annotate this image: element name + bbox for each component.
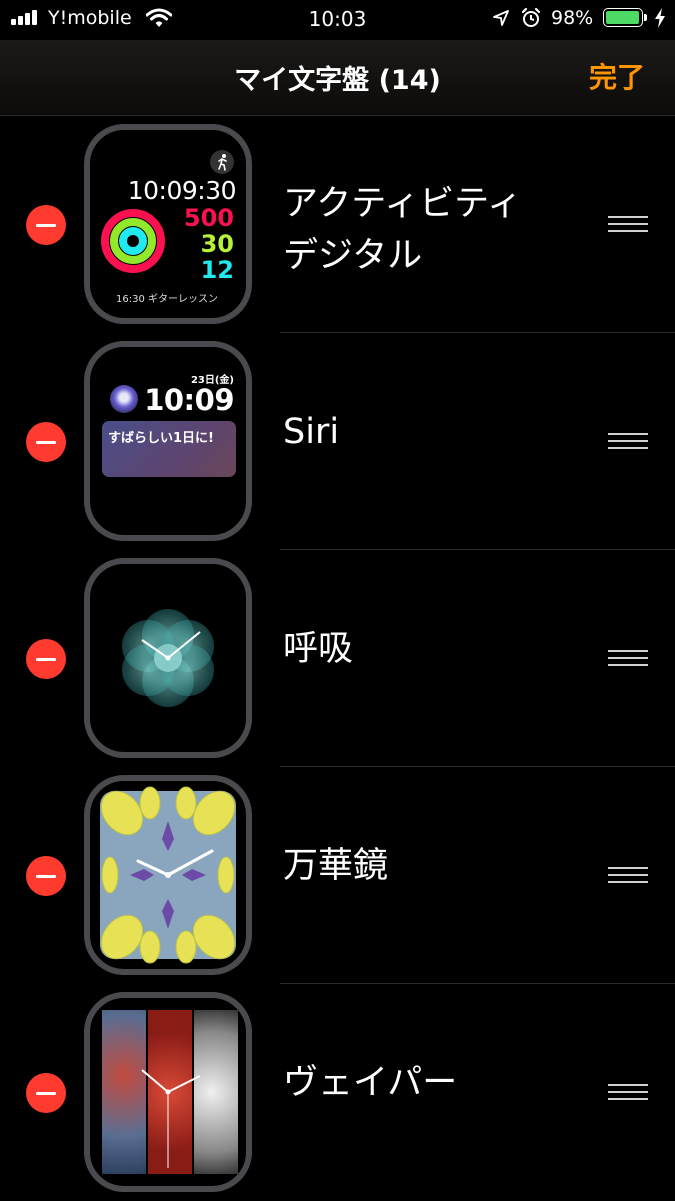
exercise-value: 30 [200,230,234,258]
reorder-handle[interactable] [608,433,648,449]
watch-face-thumbnail [84,558,252,758]
face-row-kaleidoscope[interactable]: 万華鏡 [0,767,675,984]
minus-icon [36,440,56,444]
page-title: マイ文字盤 (14) [234,65,441,96]
reorder-handle[interactable] [608,867,648,883]
clock-hands [141,1069,201,1168]
done-button[interactable]: 完了 [589,56,645,96]
face-row-vapor[interactable]: ヴェイパー [0,984,675,1201]
face-time: 10:09:30 [127,176,237,205]
stand-value: 12 [200,256,234,284]
battery-cap [644,14,647,21]
delete-button[interactable] [26,856,66,896]
minus-icon [36,223,56,227]
delete-button[interactable] [26,639,66,679]
status-bar: Y!mobile 10:03 98% [0,0,675,40]
delete-button[interactable] [26,1073,66,1113]
minus-icon [36,874,56,878]
running-figure-icon [210,150,234,174]
watch-face-thumbnail: 23日(金) 10:09 すばらしい1日に! [84,341,252,541]
face-name: ヴェイパー [283,1063,458,1103]
delete-button[interactable] [26,205,66,245]
navigation-bar: マイ文字盤 (14) 完了 [0,40,675,116]
charging-bolt-icon [655,8,665,28]
face-name: Siri [283,412,340,452]
reorder-handle[interactable] [608,650,648,666]
location-arrow-icon [493,10,509,26]
reorder-handle[interactable] [608,1084,648,1100]
siri-orb-icon [110,385,138,413]
reorder-handle[interactable] [608,216,648,232]
watch-face-thumbnail [84,992,252,1192]
face-row-breathe[interactable]: 呼吸 [0,550,675,767]
breathe-flower-graphic [122,609,214,707]
calendar-complication: 16:30 ギターレッスン [116,294,218,305]
kaleidoscope-graphic [100,786,236,964]
alarm-clock-icon [521,7,541,27]
minus-icon [36,1091,56,1095]
face-row-siri[interactable]: 23日(金) 10:09 すばらしい1日に! Siri [0,333,675,550]
activity-rings [101,209,165,273]
watch-face-thumbnail: 10:09:30 500 30 12 16:30 ギターレッスン [84,124,252,324]
minus-icon [36,657,56,661]
delete-button[interactable] [26,422,66,462]
face-time: 10:09 [144,383,234,417]
battery-percent: 98% [551,7,594,29]
watch-face-thumbnail [84,775,252,975]
face-row-activity-digital[interactable]: 10:09:30 500 30 12 16:30 ギターレッスン アクティビティ… [0,116,675,333]
face-name: 万華鏡 [283,846,389,886]
face-name: アクティビティ デジタル [283,184,523,276]
face-name: 呼吸 [283,629,354,669]
move-value: 500 [183,204,234,232]
battery-icon [603,8,643,27]
siri-card-text: すばらしい1日に! [108,431,214,446]
